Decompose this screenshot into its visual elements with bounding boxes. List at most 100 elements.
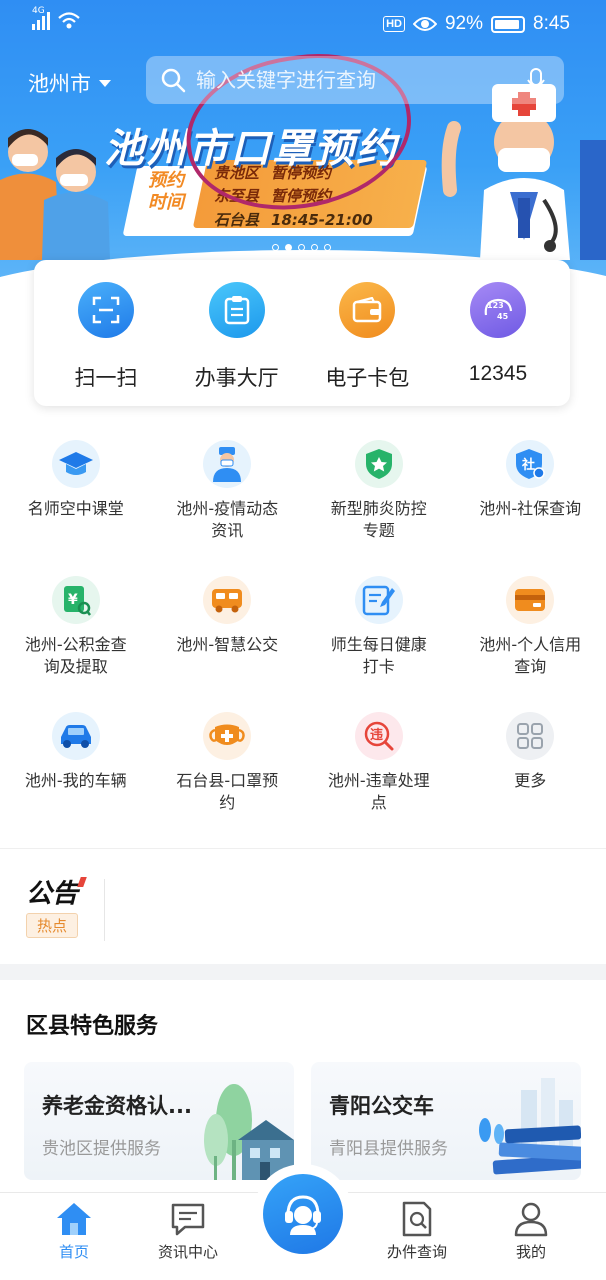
hotline-12345-icon: 123 45 bbox=[469, 282, 526, 338]
service-label: 新型肺炎防控专题 bbox=[330, 499, 427, 540]
signal-icon: 4G bbox=[32, 6, 50, 30]
announcement-title: 公告 bbox=[26, 873, 87, 910]
microphone-icon[interactable] bbox=[526, 68, 546, 94]
city-name: 池州市 bbox=[28, 72, 91, 96]
hero-banner-area: 池州市口罩预约 预约时间 贵池区 暂停预约 东至县 暂停预约 石台县 18:45-21… bbox=[0, 0, 606, 300]
banner-row: 石台县 18:45-21:00 bbox=[214, 209, 373, 230]
scan-icon bbox=[78, 282, 134, 338]
service-grid: 名师空中课堂 池州-疫情动态资讯 新型肺炎防控专题 社 池州-社保查询 ¥ 池州… bbox=[0, 440, 606, 826]
service-label: 池州-个人信用查询 bbox=[479, 635, 582, 676]
service-label: 池州-公积金查询及提取 bbox=[24, 635, 127, 676]
more-grid-icon bbox=[506, 712, 555, 760]
nav-mine[interactable]: 我的 bbox=[476, 1201, 586, 1262]
service-item-epidemic-news[interactable]: 池州-疫情动态资讯 bbox=[152, 440, 304, 554]
doctor-icon bbox=[203, 440, 252, 488]
quick-action-label: 扫一扫 bbox=[74, 366, 138, 390]
mask-icon bbox=[203, 712, 252, 760]
service-label: 池州-违章处理点 bbox=[327, 771, 430, 812]
nav-case-query[interactable]: 办件查询 bbox=[362, 1201, 472, 1262]
service-label: 师生每日健康打卡 bbox=[330, 635, 427, 676]
scan-button[interactable]: 扫一扫 bbox=[46, 260, 166, 406]
nav-label: 首页 bbox=[58, 1243, 89, 1261]
status-bar: 4G HD 92% 8:45 bbox=[0, 0, 606, 50]
bus-icon bbox=[203, 576, 252, 624]
section-divider bbox=[0, 964, 606, 980]
shield-star-icon bbox=[354, 440, 403, 488]
banner-district: 石台县 bbox=[214, 211, 260, 229]
nav-news-center[interactable]: 资讯中心 bbox=[133, 1201, 243, 1262]
search-bar[interactable] bbox=[146, 56, 564, 104]
eye-comfort-icon bbox=[412, 17, 437, 31]
service-label: 石台县-口罩预约 bbox=[176, 771, 279, 812]
svg-text:社: 社 bbox=[521, 457, 535, 473]
service-item-more[interactable]: 更多 bbox=[455, 712, 606, 826]
network-type: 4G bbox=[32, 6, 45, 16]
district-card-qingyang-bus[interactable]: 青阳公交车 青阳县提供服务 bbox=[311, 1062, 581, 1180]
hd-badge: HD bbox=[383, 16, 405, 32]
wifi-icon bbox=[58, 12, 80, 29]
battery-icon bbox=[491, 15, 526, 33]
social-security-icon: 社 bbox=[506, 440, 555, 488]
message-icon bbox=[171, 1203, 205, 1236]
service-item-housing-fund[interactable]: ¥ 池州-公积金查询及提取 bbox=[0, 576, 152, 690]
search-icon bbox=[161, 68, 186, 93]
service-label: 池州-疫情动态资讯 bbox=[176, 499, 279, 540]
fund-search-icon: ¥ bbox=[51, 576, 100, 624]
service-label: 池州-社保查询 bbox=[479, 499, 582, 518]
e-wallet-button[interactable]: 电子卡包 bbox=[307, 260, 427, 406]
svg-text:¥: ¥ bbox=[68, 592, 78, 608]
edit-note-icon bbox=[354, 576, 403, 624]
violation-icon: 违 bbox=[354, 712, 403, 760]
district-card-subtitle: 青阳县提供服务 bbox=[329, 1139, 448, 1159]
banner-time-label: 预约时间 bbox=[148, 170, 184, 213]
wallet-icon bbox=[339, 282, 396, 338]
announcement-title-text: 公告 bbox=[26, 879, 79, 909]
clock: 8:45 bbox=[533, 13, 570, 34]
battery-percent: 92% bbox=[444, 13, 484, 34]
quick-action-label: 办事大厅 bbox=[194, 366, 279, 390]
graduation-cap-icon bbox=[51, 440, 100, 488]
home-icon bbox=[57, 1203, 91, 1235]
service-label: 名师空中课堂 bbox=[27, 499, 124, 518]
service-item-social-security[interactable]: 社 池州-社保查询 bbox=[455, 440, 606, 554]
svg-text:123: 123 bbox=[487, 301, 504, 310]
user-icon bbox=[514, 1202, 548, 1237]
document-search-icon bbox=[402, 1201, 432, 1237]
service-item-violation-points[interactable]: 违 池州-违章处理点 bbox=[303, 712, 455, 826]
service-item-smart-bus[interactable]: 池州-智慧公交 bbox=[152, 576, 304, 690]
service-hall-button[interactable]: 办事大厅 bbox=[177, 260, 297, 406]
quick-action-label: 电子卡包 bbox=[325, 366, 410, 390]
service-item-my-vehicle[interactable]: 池州-我的车辆 bbox=[0, 712, 152, 826]
hotline-12345-button[interactable]: 123 45 12345 bbox=[438, 260, 558, 406]
hot-tag: 热点 bbox=[26, 913, 79, 938]
service-label: 池州-我的车辆 bbox=[24, 771, 127, 790]
nav-label: 我的 bbox=[515, 1243, 546, 1261]
customer-service-button[interactable] bbox=[253, 1164, 353, 1264]
service-label: 池州-智慧公交 bbox=[176, 635, 279, 654]
quick-actions-card: 扫一扫 办事大厅 电子卡包 123 45 12345 bbox=[34, 260, 570, 406]
announcement-bar[interactable]: 公告 热点 bbox=[0, 848, 606, 966]
search-input[interactable] bbox=[196, 68, 506, 92]
service-item-pneumonia-prevention[interactable]: 新型肺炎防控专题 bbox=[303, 440, 455, 554]
service-item-mask-reservation[interactable]: 石台县-口罩预约 bbox=[152, 712, 304, 826]
district-services-title: 区县特色服务 bbox=[26, 1014, 159, 1039]
service-item-online-classroom[interactable]: 名师空中课堂 bbox=[0, 440, 152, 554]
service-label: 更多 bbox=[514, 771, 547, 790]
district-card-pension[interactable]: 养老金资格认... 贵池区提供服务 bbox=[24, 1062, 294, 1180]
card-icon bbox=[506, 576, 555, 624]
nav-label: 办件查询 bbox=[386, 1243, 447, 1261]
customer-service-icon bbox=[285, 1195, 321, 1235]
district-card-title: 青阳公交车 bbox=[329, 1094, 434, 1118]
city-selector[interactable]: 池州市 bbox=[28, 68, 111, 98]
announcement-accent-icon bbox=[77, 877, 87, 887]
banner-carousel[interactable]: 池州市口罩预约 预约时间 贵池区 暂停预约 东至县 暂停预约 石台县 18:45-21… bbox=[0, 41, 606, 258]
service-item-health-checkin[interactable]: 师生每日健康打卡 bbox=[303, 576, 455, 690]
caret-down-icon bbox=[99, 79, 111, 87]
svg-text:45: 45 bbox=[497, 312, 509, 321]
clipboard-icon bbox=[208, 282, 265, 338]
district-card-title: 养老金资格认... bbox=[42, 1094, 192, 1118]
service-item-credit-query[interactable]: 池州-个人信用查询 bbox=[455, 576, 606, 690]
nav-home[interactable]: 首页 bbox=[19, 1201, 129, 1262]
quick-action-label: 12345 bbox=[468, 362, 528, 385]
district-card-subtitle: 贵池区提供服务 bbox=[42, 1139, 161, 1159]
